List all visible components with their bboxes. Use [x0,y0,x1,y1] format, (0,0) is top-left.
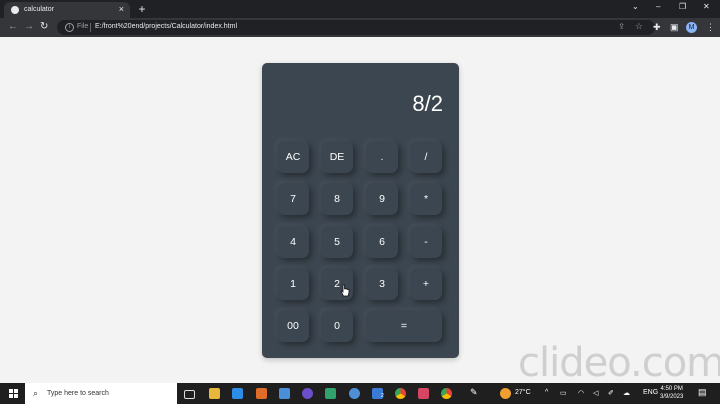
button-0[interactable]: 0 [321,310,353,342]
search-placeholder: Type here to search [47,390,109,397]
taskbar: ⌕ Type here to search 2 ✎ 27°C ^ ▭ ◠ ◁ ✐… [0,383,720,404]
wifi-icon[interactable]: ◠ [578,389,584,397]
button-6[interactable]: 6 [366,226,398,258]
new-tab-button[interactable]: + [136,3,148,15]
app-purple-icon[interactable] [302,388,313,399]
weather-icon[interactable] [500,388,511,399]
pen-icon[interactable]: ✎ [470,387,478,398]
vscode-icon[interactable] [232,388,243,399]
forward-icon[interactable]: → [24,21,34,32]
button-5[interactable]: 5 [321,226,353,258]
chrome-icon-2[interactable] [441,388,452,399]
calculator-display: 8/2 [412,91,443,116]
bookmark-star-icon[interactable]: ☆ [635,21,643,32]
button-subtract[interactable]: - [410,226,442,258]
notification-badge: 2 [381,393,384,399]
profile-avatar[interactable]: M [686,22,697,33]
browser-tab-bar: calculator × + ⌄ – ❐ ✕ [0,0,720,18]
button-delete[interactable]: DE [321,141,353,173]
volume-icon[interactable]: ◁ [593,389,598,397]
browser-tab[interactable]: calculator × [4,2,130,18]
taskbar-search-input[interactable]: ⌕ Type here to search [25,383,177,404]
chrome-icon[interactable] [395,388,406,399]
browser-toolbar: ← → ↻ i File E:/front%20end/projects/Cal… [0,18,720,37]
button-decimal[interactable]: . [366,141,398,173]
tray-chevron-icon[interactable]: ^ [545,389,548,396]
windows-start-icon[interactable] [9,389,18,398]
url-protocol: File [77,23,89,30]
menu-icon[interactable]: ⋮ [706,22,715,33]
button-4[interactable]: 4 [277,226,309,258]
clock-date: 3/9/2023 [660,394,684,400]
app-green-icon[interactable] [325,388,336,399]
url-separator [90,23,91,32]
button-ac[interactable]: AC [277,141,309,173]
url-text[interactable]: E:/front%20end/projects/Calculator/index… [95,23,237,30]
button-divide[interactable]: / [410,141,442,173]
file-explorer-icon[interactable] [209,388,220,399]
app-blue-r-icon[interactable] [349,388,360,399]
task-view-icon[interactable] [184,390,195,399]
minimize-icon[interactable]: – [656,2,660,11]
app-orange-icon[interactable] [256,388,267,399]
notifications-icon[interactable]: ▤ [698,387,707,398]
tab-title: calculator [24,6,54,13]
tab-search-icon[interactable]: ⌄ [632,2,639,11]
onedrive-icon[interactable]: ☁ [623,389,630,397]
network-icon[interactable]: ▭ [560,389,567,397]
button-equals[interactable]: = [366,310,442,342]
calculator: 8/2 AC DE . / 7 8 9 * 4 5 6 - 1 2 3 + 00… [262,63,459,358]
temperature: 27°C [515,389,531,396]
button-8[interactable]: 8 [321,183,353,215]
extensions-icon[interactable]: ✚ [653,22,661,33]
button-00[interactable]: 00 [277,310,309,342]
share-icon[interactable]: ⇪ [618,22,625,31]
clock-time: 4:50 PM [660,386,683,392]
button-multiply[interactable]: * [410,183,442,215]
pen-tray-icon[interactable]: ✐ [608,389,614,397]
search-icon: ⌕ [33,388,39,398]
info-icon[interactable]: i [65,23,74,32]
tab-close-button[interactable]: × [119,4,124,14]
clock[interactable]: 4:50 PM 3/9/2023 [660,385,683,401]
restore-icon[interactable]: ❐ [679,2,686,11]
button-3[interactable]: 3 [366,268,398,300]
reload-icon[interactable]: ↻ [40,21,48,32]
globe-icon [11,6,19,14]
language-indicator[interactable]: ENG [643,389,658,396]
side-panel-icon[interactable]: ▣ [670,22,679,33]
button-add[interactable]: + [410,268,442,300]
back-icon[interactable]: ← [8,21,18,32]
button-1[interactable]: 1 [277,268,309,300]
close-window-icon[interactable]: ✕ [703,2,710,11]
app-blue-icon[interactable] [279,388,290,399]
address-bar[interactable]: i File E:/front%20end/projects/Calculato… [57,20,655,35]
watermark: clideo.com [518,340,720,386]
button-9[interactable]: 9 [366,183,398,215]
app-red-icon[interactable] [418,388,429,399]
hand-cursor-icon [340,284,350,297]
button-7[interactable]: 7 [277,183,309,215]
